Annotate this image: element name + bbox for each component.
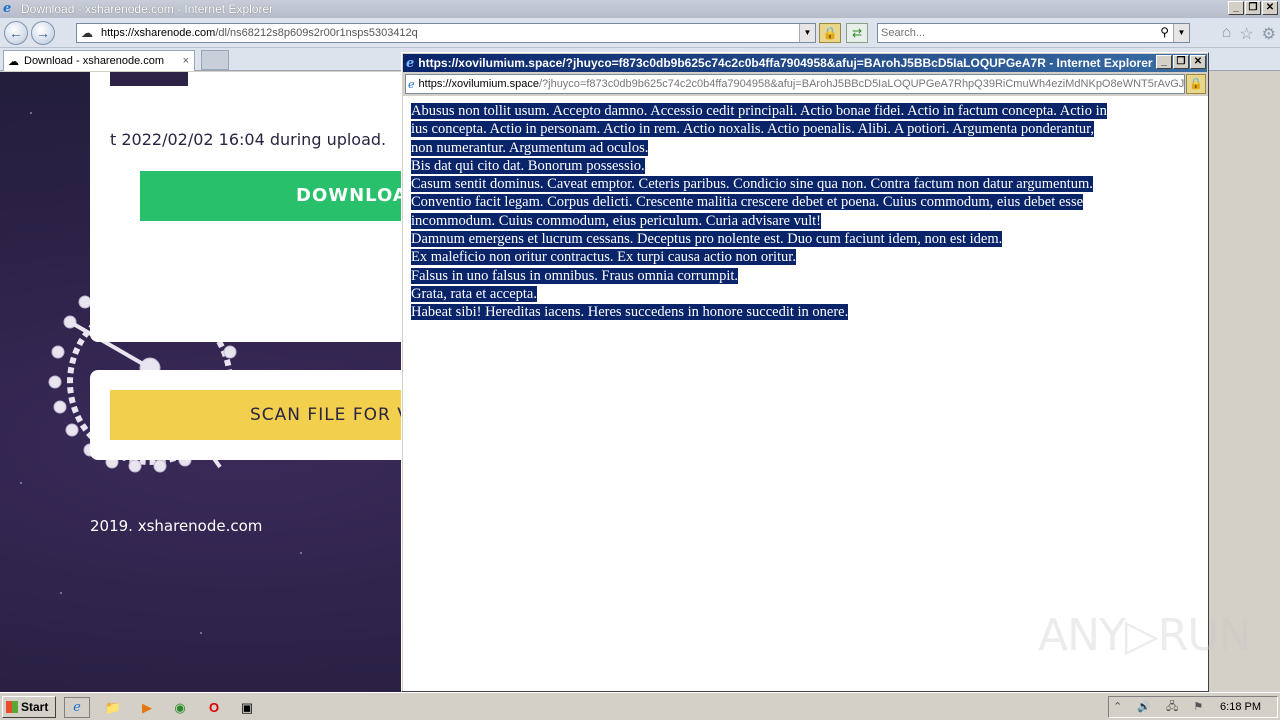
scan-file-button[interactable]: SCAN FILE FOR VIRUSES xyxy=(110,390,410,440)
navigation-bar: ← → ☁ https://xsharenode.com/dl/ns68212s… xyxy=(0,18,1280,48)
start-button[interactable]: Start xyxy=(2,696,56,718)
text-line: Ex maleficio non oritur contractus. Ex t… xyxy=(411,249,796,266)
close-button[interactable]: ✕ xyxy=(1262,1,1278,15)
popup-restore-button[interactable]: ❐ xyxy=(1173,55,1189,69)
tab-close-icon[interactable]: × xyxy=(183,55,189,67)
text-line: Grata, rata et accepta. xyxy=(411,285,537,302)
windows-logo-icon xyxy=(6,701,18,713)
ie-page-icon: e xyxy=(408,77,415,91)
favorites-icon[interactable]: ☆ xyxy=(1239,24,1253,44)
popup-close-button[interactable]: ✕ xyxy=(1190,55,1206,69)
search-box[interactable]: ⚲ ▼ xyxy=(877,23,1190,43)
text-line: Casum sentit dominus. Caveat emptor. Cet… xyxy=(411,176,1093,193)
header-block xyxy=(110,72,188,86)
text-line: Conventio facit legam. Corpus delicti. C… xyxy=(411,194,1084,211)
home-icon[interactable]: ⌂ xyxy=(1222,24,1232,44)
popup-text-content: Abusus non tollit usum. Accepto damno. A… xyxy=(403,96,1208,691)
restore-button[interactable]: ❐ xyxy=(1245,1,1261,15)
ie-taskbar-icon[interactable]: e xyxy=(64,697,90,718)
tray-icons[interactable]: ⌃ 🔊 🖧 ⚑ xyxy=(1113,697,1209,717)
window-title-bar: e Download - xsharenode.com - Internet E… xyxy=(0,0,1280,18)
text-line: incommodum. Cuius commodum, eius pericul… xyxy=(411,212,821,229)
refresh-icon[interactable]: ⇄ xyxy=(846,23,868,43)
gear-icon[interactable]: ⚙ xyxy=(1262,24,1276,44)
opera-taskbar-icon[interactable]: O xyxy=(201,697,227,718)
lock-icon[interactable]: 🔒 xyxy=(819,23,841,43)
chrome-taskbar-icon[interactable]: ◉ xyxy=(167,697,193,718)
anyrun-watermark: ANY▷RUN xyxy=(1038,610,1251,661)
address-url[interactable]: https://xsharenode.com/dl/ns68212s8p609s… xyxy=(101,27,418,39)
ie-icon: e xyxy=(406,55,415,71)
text-line: Abusus non tollit usum. Accepto damno. A… xyxy=(411,103,1107,119)
popup-title-bar: e https://xovilumium.space/?jhuyco=f873c… xyxy=(403,54,1207,72)
app-taskbar-icon[interactable]: ▣ xyxy=(234,697,260,718)
taskbar: Start e 📁 ▶ ◉ O ▣ ⌃ 🔊 🖧 ⚑ 6:18 PM xyxy=(0,692,1280,720)
text-line: Habeat sibi! Hereditas iacens. Heres suc… xyxy=(411,304,849,321)
popup-title: https://xovilumium.space/?jhuyco=f873c0d… xyxy=(418,56,1153,70)
search-dropdown-icon[interactable]: ▼ xyxy=(1173,24,1189,42)
search-icon[interactable]: ⚲ xyxy=(1160,25,1169,39)
tab-label: Download - xsharenode.com xyxy=(24,55,165,67)
text-line: non numerantur. Argumentum ad oculos. xyxy=(411,139,649,156)
minimize-button[interactable]: _ xyxy=(1228,1,1244,15)
explorer-taskbar-icon[interactable]: 📁 xyxy=(100,697,126,718)
back-button[interactable]: ← xyxy=(4,21,28,45)
text-line: ius concepta. Actio in personam. Actio i… xyxy=(411,121,1094,138)
text-line: Damnum emergens et lucrum cessans. Decep… xyxy=(411,231,1003,248)
start-label: Start xyxy=(21,700,49,714)
cloud-icon: ☁ xyxy=(8,55,19,68)
system-tray: ⌃ 🔊 🖧 ⚑ 6:18 PM xyxy=(1108,696,1278,718)
tab-download[interactable]: ☁ Download - xsharenode.com × xyxy=(3,50,195,71)
upload-info-text: t 2022/02/02 16:04 during upload. xyxy=(110,130,387,149)
address-dropdown-icon[interactable]: ▼ xyxy=(799,24,815,42)
ie-icon: e xyxy=(3,1,12,16)
popup-lock-icon[interactable]: 🔒 xyxy=(1186,74,1206,94)
text-line: Falsus in uno falsus in omnibus. Fraus o… xyxy=(411,267,739,284)
cloud-icon: ☁ xyxy=(81,26,93,40)
search-input[interactable] xyxy=(878,24,1148,42)
forward-button[interactable]: → xyxy=(31,21,55,45)
address-bar[interactable]: ☁ https://xsharenode.com/dl/ns68212s8p60… xyxy=(76,23,816,43)
popup-address-bar[interactable]: e https://xovilumium.space/?jhuyco=f873c… xyxy=(405,74,1185,94)
popup-url-host: https://xovilumium.space xyxy=(418,78,539,90)
new-tab-button[interactable] xyxy=(201,50,229,70)
page-footer: 2019. xsharenode.com xyxy=(90,517,263,535)
window-title: Download - xsharenode.com - Internet Exp… xyxy=(21,2,274,16)
text-line: Bis dat qui cito dat. Bonorum possessio. xyxy=(411,157,645,174)
popup-url-path: /?jhuyco=f873c0db9b625c74c2c0b4ffa790495… xyxy=(538,78,1185,90)
media-player-taskbar-icon[interactable]: ▶ xyxy=(134,697,160,718)
clock[interactable]: 6:18 PM xyxy=(1220,697,1261,717)
popup-minimize-button[interactable]: _ xyxy=(1156,55,1172,69)
download-button[interactable]: DOWNLOAD xyxy=(140,171,420,221)
popup-window: e https://xovilumium.space/?jhuyco=f873c… xyxy=(401,52,1209,692)
